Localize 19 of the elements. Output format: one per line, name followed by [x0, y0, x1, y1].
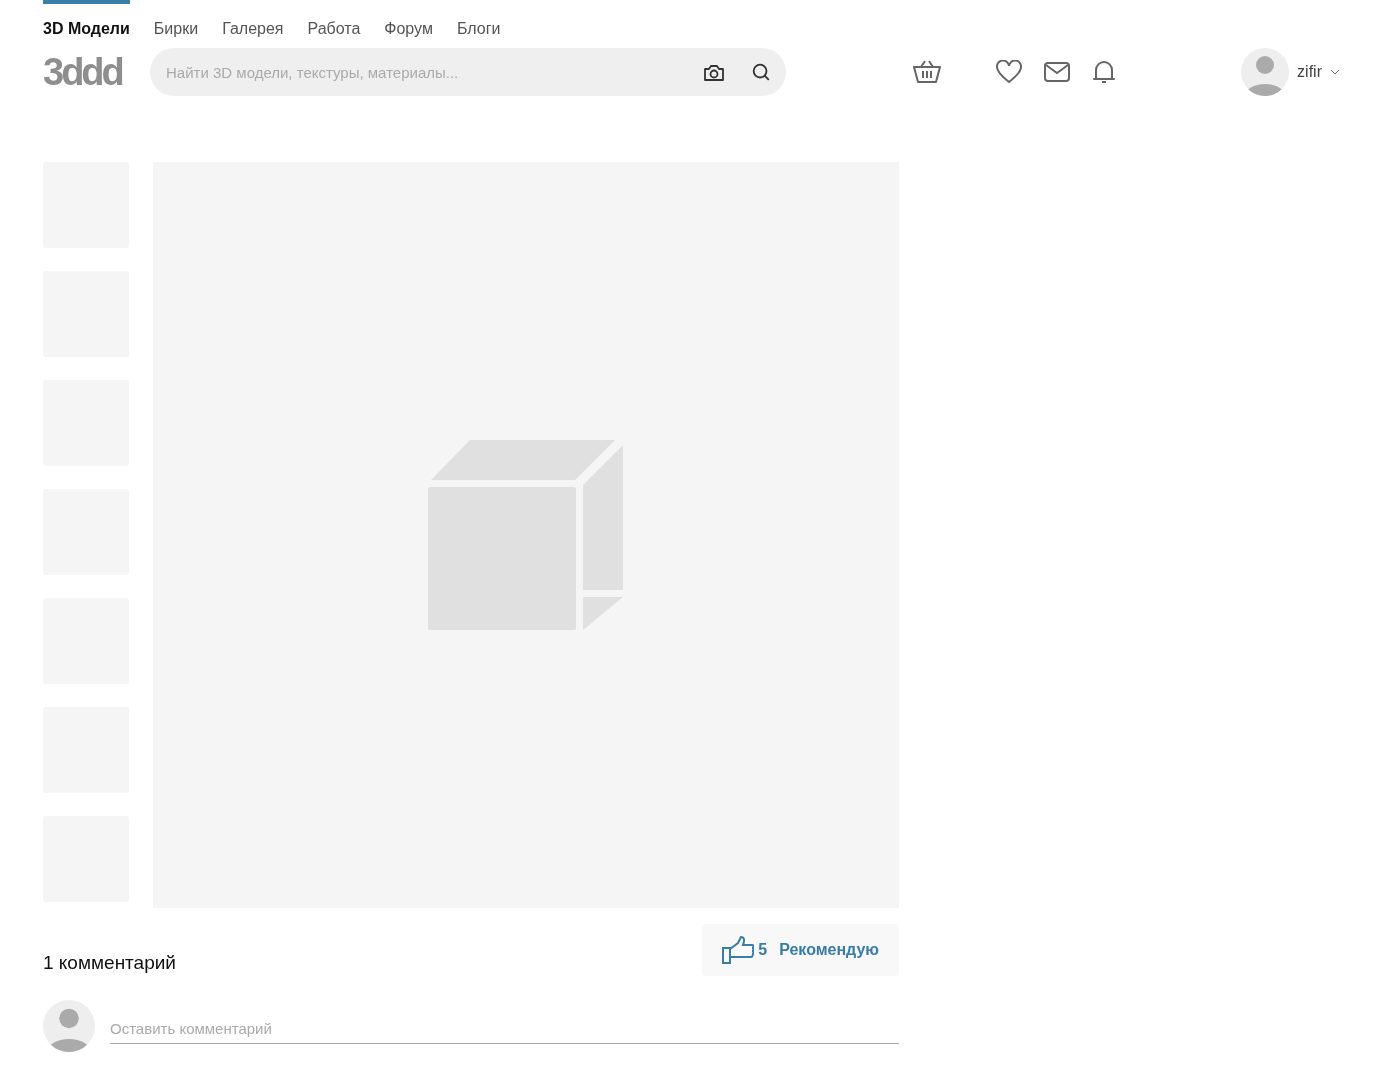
avatar-icon — [1241, 48, 1290, 96]
nav-tab[interactable]: Работа — [307, 0, 361, 44]
thumbs-up-icon — [722, 936, 755, 964]
chevron-down-icon[interactable] — [1330, 69, 1340, 75]
bell-icon[interactable] — [1092, 59, 1116, 85]
nav-tab[interactable]: Блоги — [456, 0, 501, 44]
basket-icon[interactable] — [912, 58, 942, 86]
mail-icon[interactable] — [1044, 62, 1070, 82]
search-icon[interactable] — [750, 61, 772, 83]
avatar-icon — [43, 1000, 95, 1052]
search-field[interactable]: Найти 3D модели, текстуры, материалы... — [150, 48, 786, 96]
nav-tab[interactable]: Бирки — [153, 0, 199, 44]
nav-tab[interactable]: Галерея — [222, 0, 284, 44]
nav-tab[interactable]: 3D Модели — [43, 0, 130, 44]
username-link[interactable]: zifir — [1297, 63, 1322, 81]
comments-heading: 1 комментарий — [43, 952, 176, 974]
nav-tab[interactable]: Форум — [384, 0, 433, 44]
recommend-button[interactable]: 5 Рекомендую — [702, 924, 899, 976]
heart-icon[interactable] — [996, 60, 1022, 84]
